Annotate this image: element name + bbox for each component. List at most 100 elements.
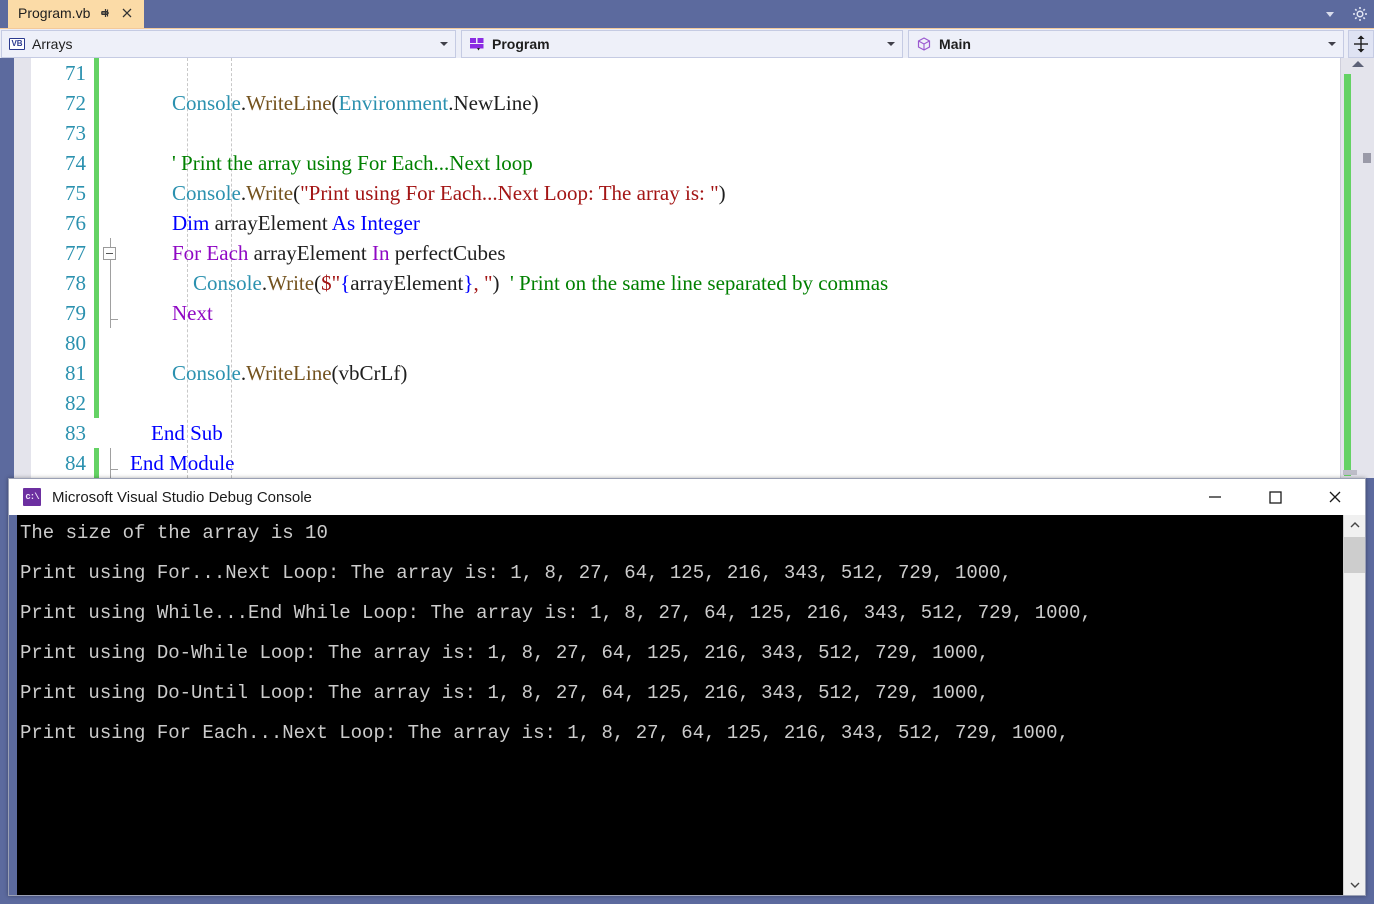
code-line[interactable]: 83 End Sub: [31, 418, 1374, 448]
code-line-text: ' Print the array using For Each...Next …: [121, 148, 1374, 178]
line-number: 83: [65, 421, 86, 445]
outlining-margin[interactable]: [99, 418, 121, 448]
outlining-margin[interactable]: [99, 328, 121, 358]
code-line[interactable]: 80: [31, 328, 1374, 358]
code-token: Next: [172, 301, 213, 325]
minimize-button[interactable]: [1185, 479, 1245, 515]
window-controls: [1185, 479, 1365, 515]
line-number: 76: [65, 211, 86, 235]
minus-box-icon[interactable]: [103, 247, 116, 260]
code-line[interactable]: 71: [31, 58, 1374, 88]
line-number: 74: [65, 151, 86, 175]
code-token: (: [331, 91, 339, 115]
chevron-down-icon[interactable]: [1322, 6, 1338, 22]
code-line[interactable]: 75 Console.Write("Print using For Each..…: [31, 178, 1374, 208]
scroll-marker-icon[interactable]: [1363, 153, 1371, 163]
member-dropdown[interactable]: Main: [908, 30, 1345, 58]
code-token: Console: [172, 181, 241, 205]
maximize-button[interactable]: [1245, 479, 1305, 515]
project-dropdown-value: Arrays: [32, 36, 73, 52]
project-dropdown[interactable]: VB Arrays: [1, 30, 456, 58]
outline-end-connector: [110, 448, 118, 478]
line-number: 84: [65, 451, 86, 475]
line-number: 79: [65, 301, 86, 325]
document-tab-program-vb[interactable]: Program.vb: [8, 0, 145, 28]
scroll-up-arrow-icon[interactable]: [1351, 61, 1364, 67]
code-line[interactable]: 82: [31, 388, 1374, 418]
code-line[interactable]: 77 For Each arrayElement In perfectCubes: [31, 238, 1374, 268]
scrollbar-thumb[interactable]: [1344, 537, 1365, 573]
code-token: (: [314, 271, 322, 295]
outlining-margin[interactable]: [99, 448, 121, 478]
outlining-margin[interactable]: [99, 268, 121, 298]
module-icon: [468, 36, 486, 52]
outlining-margin[interactable]: [99, 148, 121, 178]
pin-icon[interactable]: [98, 6, 112, 20]
gear-icon[interactable]: [1352, 6, 1368, 22]
tabstrip-right-controls: [1322, 0, 1368, 28]
split-window-icon[interactable]: [1348, 30, 1374, 58]
line-number: 82: [65, 391, 86, 415]
code-editor[interactable]: 71 72 Console.WriteLine(Environment.NewLi…: [0, 58, 1374, 478]
console-left-edge: [9, 515, 17, 895]
code-line-text: For Each arrayElement In perfectCubes: [121, 238, 1374, 268]
code-line[interactable]: 78 Console.Write($"{arrayElement}, ") ' …: [31, 268, 1374, 298]
outlining-margin[interactable]: [99, 388, 121, 418]
close-icon: [1322, 484, 1348, 510]
code-line[interactable]: 84 End Module: [31, 448, 1374, 478]
console-line: Print using While...End While Loop: The …: [20, 602, 1092, 624]
code-token: , ": [473, 271, 493, 295]
editor-vertical-scrollbar[interactable]: [1340, 58, 1374, 478]
outlining-margin[interactable]: [99, 118, 121, 148]
editor-code-surface[interactable]: 71 72 Console.WriteLine(Environment.NewLi…: [31, 58, 1374, 478]
console-body: The size of the array is 10 Print using …: [9, 515, 1365, 895]
debug-console-window[interactable]: c:\ Microsoft Visual Studio Debug Consol…: [8, 478, 1366, 896]
code-line[interactable]: 79 Next: [31, 298, 1374, 328]
code-line[interactable]: 72 Console.WriteLine(Environment.NewLine…: [31, 88, 1374, 118]
console-vertical-scrollbar[interactable]: [1343, 515, 1365, 895]
close-button[interactable]: [1305, 479, 1365, 515]
code-line[interactable]: 74 ' Print the array using For Each...Ne…: [31, 148, 1374, 178]
visual-studio-screenshot: Program.vb VB Arrays Program Main 71 72 …: [0, 0, 1374, 904]
code-line[interactable]: 73: [31, 118, 1374, 148]
outlining-margin[interactable]: [99, 58, 121, 88]
code-line-text: Console.Write($"{arrayElement}, ") ' Pri…: [121, 268, 1374, 298]
chevron-up-icon[interactable]: [1344, 515, 1365, 535]
outlining-margin[interactable]: [99, 298, 121, 328]
close-icon[interactable]: [120, 6, 134, 20]
code-line-text: Console.WriteLine(vbCrLf): [121, 358, 1374, 388]
code-token: Environment: [338, 91, 449, 115]
console-line: Print using Do-Until Loop: The array is:…: [20, 682, 990, 704]
code-line-text: Console.Write("Print using For Each...Ne…: [121, 178, 1374, 208]
code-line-text: End Sub: [121, 418, 1374, 448]
code-token: ' Print on the same line separated by co…: [510, 271, 889, 295]
type-dropdown[interactable]: Program: [461, 30, 904, 58]
outlining-margin[interactable]: [99, 208, 121, 238]
console-app-icon: c:\: [23, 488, 41, 506]
console-titlebar[interactable]: c:\ Microsoft Visual Studio Debug Consol…: [9, 479, 1365, 515]
outlining-margin[interactable]: [99, 88, 121, 118]
editor-selection-margin: [0, 58, 14, 478]
chevron-down-icon[interactable]: [440, 42, 448, 46]
code-token: $": [321, 271, 341, 295]
chevron-down-icon[interactable]: [1344, 875, 1365, 895]
code-token: arrayElement: [350, 271, 464, 295]
chevron-down-icon[interactable]: [887, 42, 896, 46]
outlining-margin[interactable]: [99, 178, 121, 208]
outlining-margin[interactable]: [99, 358, 121, 388]
code-line[interactable]: 76 Dim arrayElement As Integer: [31, 208, 1374, 238]
code-token: {: [340, 271, 351, 295]
outlining-margin[interactable]: [99, 238, 121, 268]
line-number: 78: [65, 271, 86, 295]
code-token: (vbCrLf): [331, 361, 408, 385]
chevron-down-icon[interactable]: [1328, 42, 1337, 46]
code-line[interactable]: 81 Console.WriteLine(vbCrLf): [31, 358, 1374, 388]
code-token: (: [293, 181, 301, 205]
